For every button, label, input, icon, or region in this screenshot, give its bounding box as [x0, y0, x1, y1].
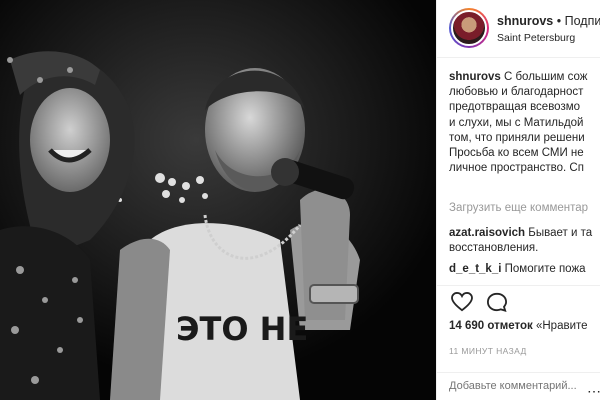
caption-line: shnurovs С большим сож [449, 70, 600, 85]
caption-text: С большим сож [503, 71, 588, 83]
more-options-icon[interactable]: ⋯ [587, 383, 600, 400]
caption-line: личное пространство. Сп [449, 162, 584, 175]
comment-text-continued: восстановления. [449, 242, 539, 255]
comment-username[interactable]: d_e_t_k_i [449, 263, 501, 275]
comment-item: azat.raisovich Бывает и та восстановлени… [449, 226, 592, 256]
post-actions [437, 285, 600, 315]
post-caption: shnurovs С большим сож любовью и благода… [449, 70, 600, 176]
load-more-comments-link[interactable]: Загрузить еще комментар [449, 202, 588, 214]
post-sidebar: shnurovs • Подпи Saint Petersburg shnuro… [436, 0, 600, 400]
post-header: shnurovs • Подпи Saint Petersburg [437, 0, 600, 58]
caption-line: Просьба ко всем СМИ не [449, 147, 584, 160]
caption-line: том, что приняли решени [449, 131, 585, 144]
location-link[interactable]: Saint Petersburg [497, 32, 575, 44]
username[interactable]: shnurovs [497, 14, 553, 28]
separator-dot: • [556, 14, 562, 28]
add-comment-input[interactable] [449, 380, 600, 392]
comment-icon[interactable] [486, 292, 508, 312]
likes-count[interactable]: 14 690 отметок «Нравите [449, 320, 588, 332]
comment-username[interactable]: azat.raisovich [449, 227, 525, 239]
comment-text: Бывает и та [528, 227, 593, 239]
heart-icon[interactable] [451, 292, 473, 312]
avatar[interactable] [449, 8, 489, 48]
likes-label: «Нравите [535, 320, 588, 332]
follow-button[interactable]: Подпи [565, 14, 600, 28]
caption-line: предотвращая всевозмо [449, 101, 581, 114]
post-timestamp[interactable]: 11 МИНУТ НАЗАД [449, 346, 527, 356]
username-link[interactable]: shnurovs • Подпи [497, 14, 600, 28]
likes-number[interactable]: 14 690 отметок [449, 320, 533, 332]
caption-username[interactable]: shnurovs [449, 71, 501, 83]
caption-line: любовью и благодарност [449, 86, 584, 99]
comment-item: d_e_t_k_i Помогите пожа [449, 262, 586, 277]
add-comment-bar: ⋯ [437, 372, 600, 400]
concert-photo: ЭТО НЕ [0, 0, 436, 400]
caption-line: и слухи, мы с Матильдой [449, 116, 584, 129]
comment-text: Помогите пожа [504, 263, 586, 275]
post-photo[interactable]: ЭТО НЕ [0, 0, 436, 400]
shirt-text: ЭТО НЕ [176, 310, 308, 348]
